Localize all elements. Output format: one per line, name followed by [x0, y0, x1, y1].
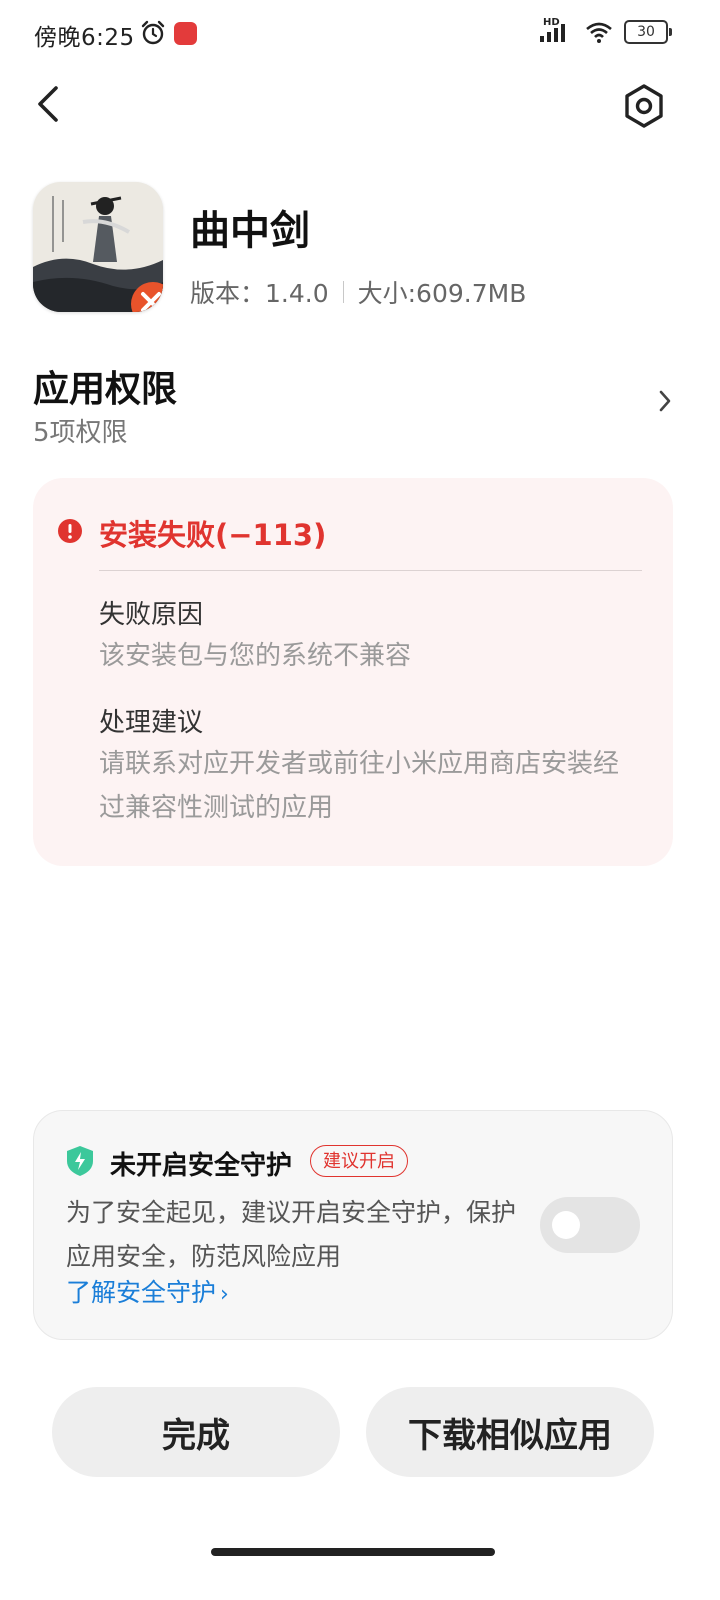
link-chevron-icon: › — [220, 1282, 229, 1307]
alarm-icon — [141, 20, 165, 45]
home-indicator[interactable] — [211, 1548, 495, 1556]
settings-icon[interactable] — [620, 82, 668, 130]
security-description: 为了安全起见，建议开启安全守护，保护应用安全，防范风险应用 — [66, 1198, 517, 1271]
failure-reason-text: 该安装包与您的系统不兼容 — [99, 641, 412, 671]
download-similar-button[interactable]: 下载相似应用 — [366, 1387, 654, 1477]
error-alert-icon — [58, 519, 82, 543]
error-title: 安装失败(−113) — [99, 518, 327, 552]
permissions-title: 应用权限 — [33, 369, 178, 410]
security-toggle[interactable] — [540, 1197, 640, 1253]
app-version: 版本：1.4.0 — [190, 279, 329, 308]
notification-app-icon — [174, 22, 197, 45]
app-name: 曲中剑 — [190, 208, 310, 254]
install-error-card: 安装失败(−113) 失败原因 该安装包与您的系统不兼容 处理建议 请联系对应开… — [33, 478, 673, 866]
app-permissions-row[interactable]: 应用权限 5项权限 — [33, 356, 687, 452]
shield-icon — [67, 1146, 93, 1176]
app-size: 大小:609.7MB — [357, 279, 527, 308]
app-artwork-icon — [33, 182, 163, 312]
security-protection-card: 未开启安全守护 建议开启 为了安全起见，建议开启安全守护，保护应用安全，防范风险… — [33, 1110, 673, 1340]
meta-separator — [342, 281, 344, 303]
chevron-right-icon — [659, 390, 671, 412]
app-meta: 版本：1.4.0 大小:609.7MB — [190, 274, 526, 310]
toggle-knob — [552, 1211, 580, 1239]
permissions-count: 5项权限 — [33, 418, 128, 448]
learn-security-link-label: 了解安全守护 — [66, 1278, 217, 1307]
learn-security-link[interactable]: 了解安全守护 › — [66, 1273, 229, 1309]
status-time: 傍晚6:25 — [34, 25, 135, 51]
error-divider — [99, 570, 642, 571]
done-button[interactable]: 完成 — [52, 1387, 340, 1477]
advice-text: 请联系对应开发者或前往小米应用商店安装经过兼容性测试的应用 — [99, 749, 620, 823]
security-title: 未开启安全守护 — [110, 1151, 293, 1181]
advice-label: 处理建议 — [99, 708, 204, 738]
network-type-label: HD — [543, 17, 560, 28]
app-icon — [33, 182, 163, 312]
wifi-icon — [586, 22, 612, 43]
battery-indicator: 30 — [624, 20, 672, 44]
back-arrow-icon[interactable] — [28, 82, 72, 126]
failure-reason-label: 失败原因 — [99, 600, 204, 630]
recommend-badge: 建议开启 — [310, 1145, 408, 1177]
